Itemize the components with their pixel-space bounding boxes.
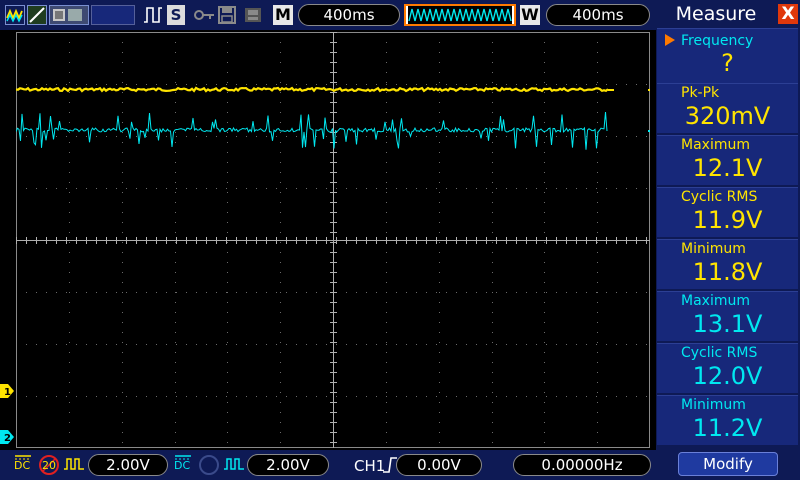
window-position-bar[interactable] bbox=[404, 4, 516, 26]
measurement-label: Minimum bbox=[681, 397, 746, 413]
measurement-label: Cyclic RMS bbox=[681, 345, 758, 361]
print-icon[interactable] bbox=[49, 5, 89, 25]
measurement-slot[interactable]: Cyclic RMS 11.9V bbox=[657, 187, 798, 237]
measurement-slot[interactable]: Minimum 11.2V bbox=[657, 395, 798, 445]
waveform-traces bbox=[16, 86, 650, 150]
measurement-value: 13.1V bbox=[692, 310, 763, 338]
window-timebase-mode-label: W bbox=[520, 5, 540, 25]
ch1-coupling-label[interactable]: DC bbox=[14, 454, 32, 471]
measurement-value: 11.9V bbox=[692, 206, 763, 234]
measurement-slot[interactable]: Minimum 11.8V bbox=[657, 239, 798, 289]
trigger-source-label[interactable]: CH1 bbox=[354, 457, 385, 475]
ch2-pulse-icon bbox=[223, 456, 245, 476]
measurement-slot[interactable]: Maximum 12.1V bbox=[657, 135, 798, 185]
bottom-status-bar: DC 20 2.00V DC 2.00V CH1 0.00V 0.00000Hz bbox=[0, 450, 656, 480]
ch1-pulse-icon bbox=[63, 456, 85, 476]
line-icon[interactable] bbox=[27, 5, 47, 25]
disk-icon[interactable] bbox=[242, 5, 264, 25]
waveform-display[interactable] bbox=[16, 32, 650, 448]
measurement-slot[interactable]: Pk-Pk 320mV bbox=[657, 83, 798, 133]
ch1-trace bbox=[16, 86, 609, 93]
measurement-value: 12.0V bbox=[692, 362, 763, 390]
panel-title: Measure bbox=[675, 3, 757, 25]
blank-slot[interactable] bbox=[91, 5, 135, 25]
s-icon[interactable]: S bbox=[167, 5, 185, 25]
ch2-bandwidth-limit-badge[interactable] bbox=[198, 454, 220, 480]
trigger-edge-icon[interactable] bbox=[143, 5, 163, 25]
measurement-value: 11.8V bbox=[692, 258, 763, 286]
measurement-value: 12.1V bbox=[692, 154, 763, 182]
ch2-ground-marker[interactable]: 2 bbox=[0, 429, 14, 444]
measurement-value: 320mV bbox=[684, 102, 771, 130]
ch1-bandwidth-limit-badge[interactable]: 20 bbox=[38, 454, 60, 480]
ch1-ground-marker[interactable]: 1 bbox=[0, 383, 14, 398]
waveform-icon[interactable] bbox=[5, 5, 25, 25]
measurement-label: Minimum bbox=[681, 241, 746, 257]
ch2-coupling-text: DC bbox=[174, 459, 191, 472]
close-button[interactable]: X bbox=[778, 4, 798, 24]
measure-panel: Measure X Frequency? Pk-Pk 320mV Maximum 12.… bbox=[656, 0, 800, 480]
save-icon[interactable] bbox=[217, 5, 237, 25]
measurement-label: Maximum bbox=[681, 137, 750, 153]
ch2-marker-label: 2 bbox=[4, 433, 11, 444]
measurement-label: Pk-Pk bbox=[681, 85, 720, 101]
measurement-slot[interactable]: Maximum 13.1V bbox=[657, 291, 798, 341]
trigger-level-readout[interactable]: 0.00V bbox=[396, 454, 482, 476]
key-icon[interactable] bbox=[193, 5, 215, 25]
window-timebase-readout[interactable]: 400ms bbox=[546, 4, 650, 26]
modify-button[interactable]: Modify bbox=[678, 452, 778, 476]
ch2-trace bbox=[16, 112, 608, 150]
main-timebase-readout[interactable]: 400ms bbox=[298, 4, 400, 26]
measurement-value: 11.2V bbox=[692, 414, 763, 442]
ch1-bw-text: 20 bbox=[42, 459, 56, 472]
ch2-volts-per-div[interactable]: 2.00V bbox=[247, 454, 329, 476]
measurement-value: ? bbox=[721, 49, 734, 77]
selected-arrow-icon bbox=[665, 34, 675, 46]
main-timebase-mode-label: M bbox=[273, 5, 293, 25]
measurement-label: Maximum bbox=[681, 293, 750, 309]
frequency-counter-readout: 0.00000Hz bbox=[513, 454, 651, 476]
measurement-label: Cyclic RMS bbox=[681, 189, 758, 205]
measurement-label: Frequency bbox=[681, 33, 754, 49]
ch1-coupling-text: DC bbox=[14, 459, 31, 472]
ch1-marker-label: 1 bbox=[4, 387, 11, 398]
ch1-volts-per-div[interactable]: 2.00V bbox=[88, 454, 168, 476]
ch2-coupling-label[interactable]: DC bbox=[174, 454, 192, 471]
top-toolbar: S M 400ms W 400ms bbox=[0, 0, 656, 30]
measurement-slot[interactable]: Frequency? bbox=[657, 28, 798, 83]
measurement-slot[interactable]: Cyclic RMS 12.0V bbox=[657, 343, 798, 393]
